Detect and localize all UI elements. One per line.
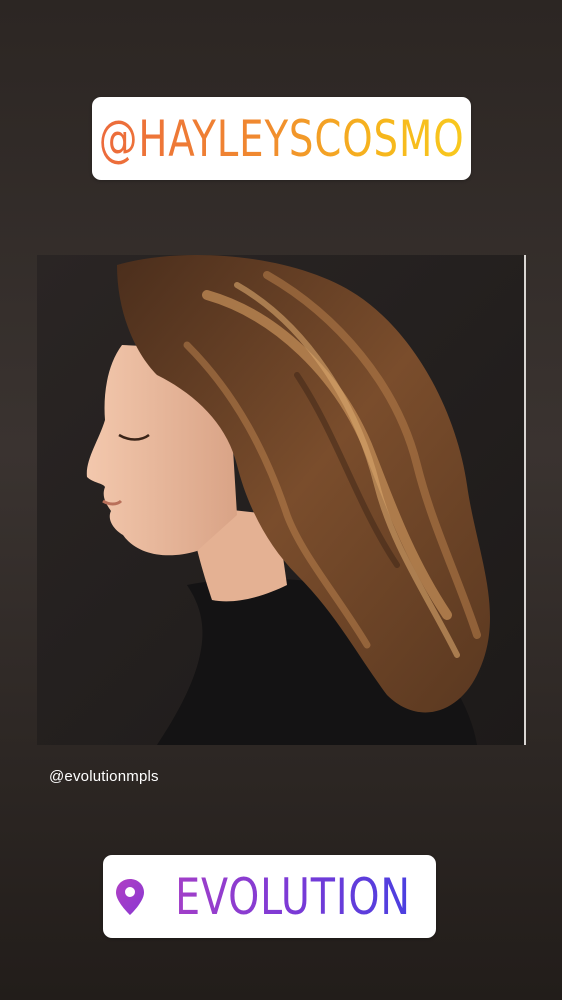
mention-text: @HAYLEYSCOSMO	[98, 109, 465, 168]
hair-photo	[37, 255, 525, 745]
photo-credit[interactable]: @evolutionmpls	[49, 768, 159, 785]
photo-edge	[524, 255, 526, 745]
location-pin-icon	[115, 878, 144, 915]
hair-photo-illustration	[37, 255, 525, 745]
story-canvas: @HAYLEYSCOSMO @evolutionmpls EVOLUTION	[0, 0, 562, 1000]
mention-sticker[interactable]: @HAYLEYSCOSMO	[92, 97, 471, 180]
location-sticker[interactable]: EVOLUTION	[103, 855, 436, 938]
location-text: EVOLUTION	[174, 867, 411, 926]
